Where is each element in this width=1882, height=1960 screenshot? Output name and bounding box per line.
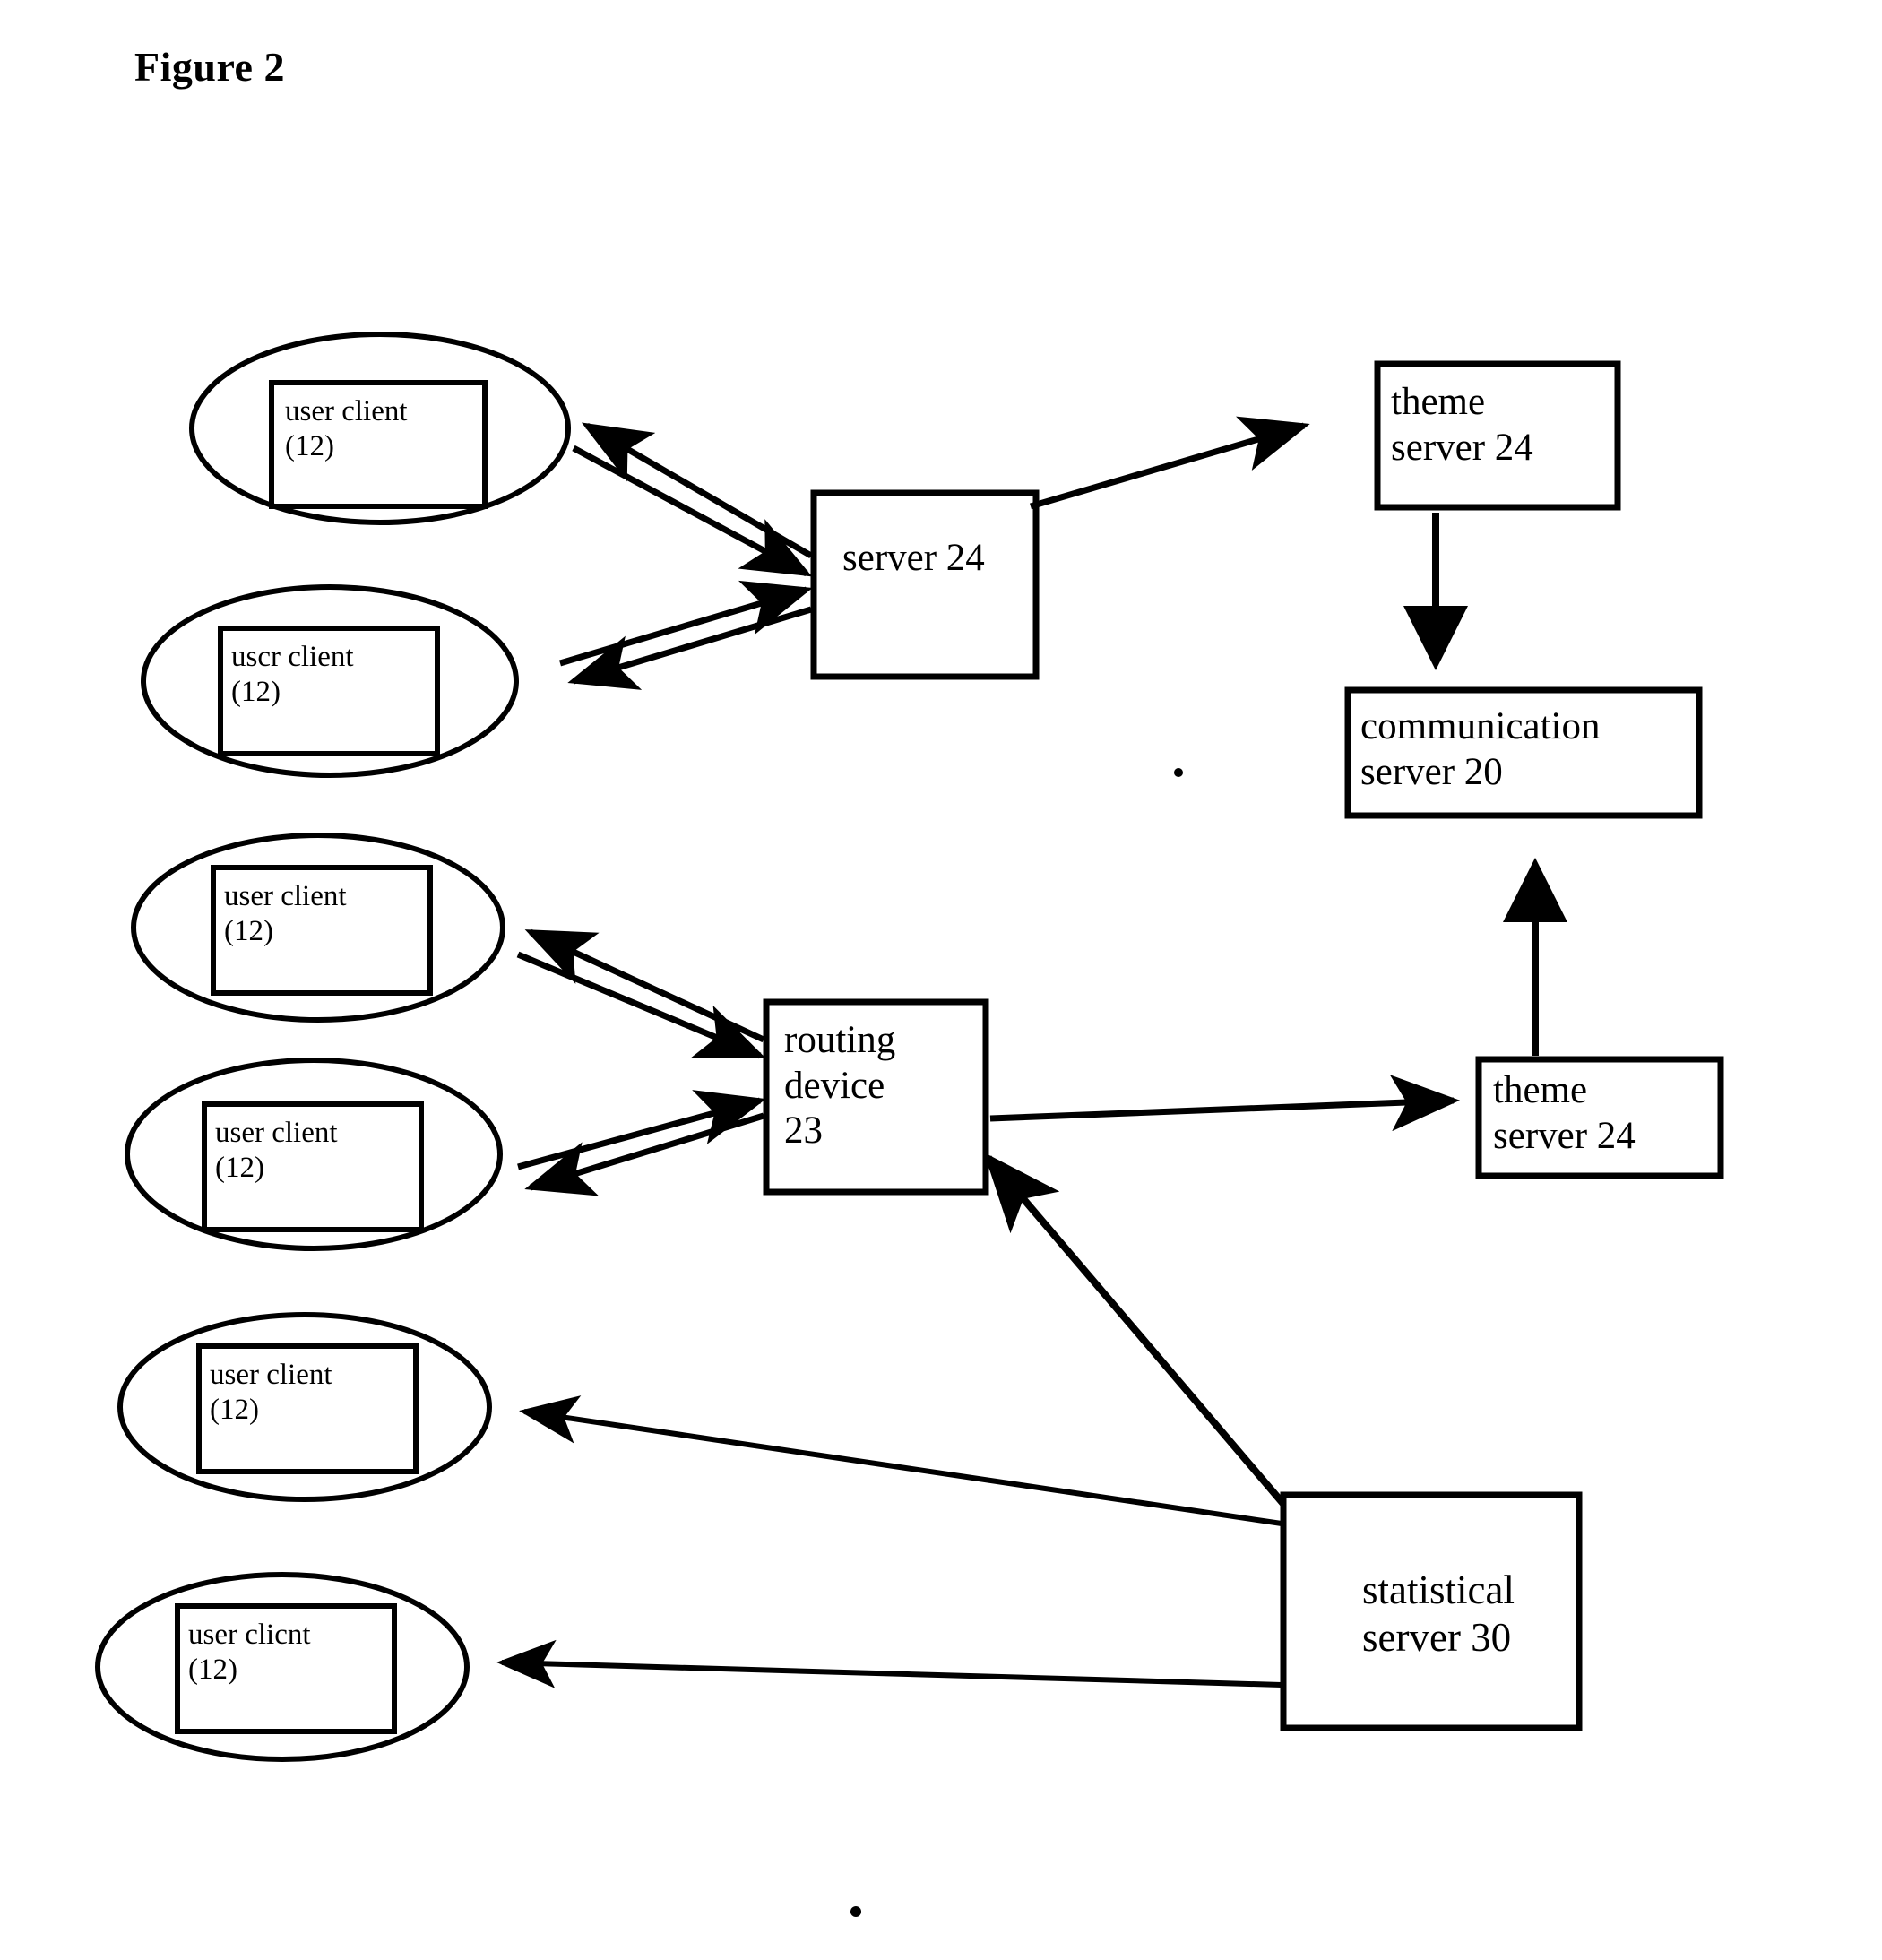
edge-client1-to-server24: [572, 445, 813, 577]
client-box-6: [175, 1603, 397, 1734]
scan-speck-2: [850, 1906, 861, 1917]
edge-server24-to-client2: [567, 606, 813, 690]
scan-speck-1: [1174, 768, 1183, 777]
edge-client3-to-routing: [516, 951, 766, 1059]
edge-routing-to-client3: [524, 928, 765, 1043]
client-box-5: [196, 1343, 419, 1474]
client-box-4: [202, 1101, 424, 1232]
statistical-server-30-box: [1280, 1491, 1583, 1731]
theme-server-24-top-box: [1374, 360, 1621, 511]
client-box-1: [269, 380, 488, 509]
client-ellipse-2: [141, 584, 519, 778]
theme-server-24-mid-box: [1475, 1056, 1724, 1179]
client-box-2: [218, 626, 440, 756]
routing-device-23-box: [763, 998, 989, 1196]
edge-statistical-server-to-routing: [983, 1152, 1287, 1507]
communication-server-20-box: [1344, 686, 1703, 819]
figure-canvas: Figure 2 user client (12) uscr client (1…: [0, 0, 1882, 1960]
client-ellipse-1: [189, 332, 571, 525]
edge-server24-to-theme-server-top: [1030, 416, 1310, 510]
edge-statistical-server-to-client5: [519, 1395, 1282, 1526]
client-box-3: [211, 865, 433, 996]
server-24-box: [810, 489, 1040, 680]
edge-client2-to-server24: [558, 580, 813, 667]
diagram-graphics: [95, 332, 1724, 1917]
edge-server24-to-client1: [581, 422, 813, 559]
client-ellipse-4: [125, 1058, 503, 1251]
edge-routing-to-theme-server-mid: [989, 1075, 1460, 1132]
edge-statistical-server-to-client6: [496, 1639, 1282, 1688]
